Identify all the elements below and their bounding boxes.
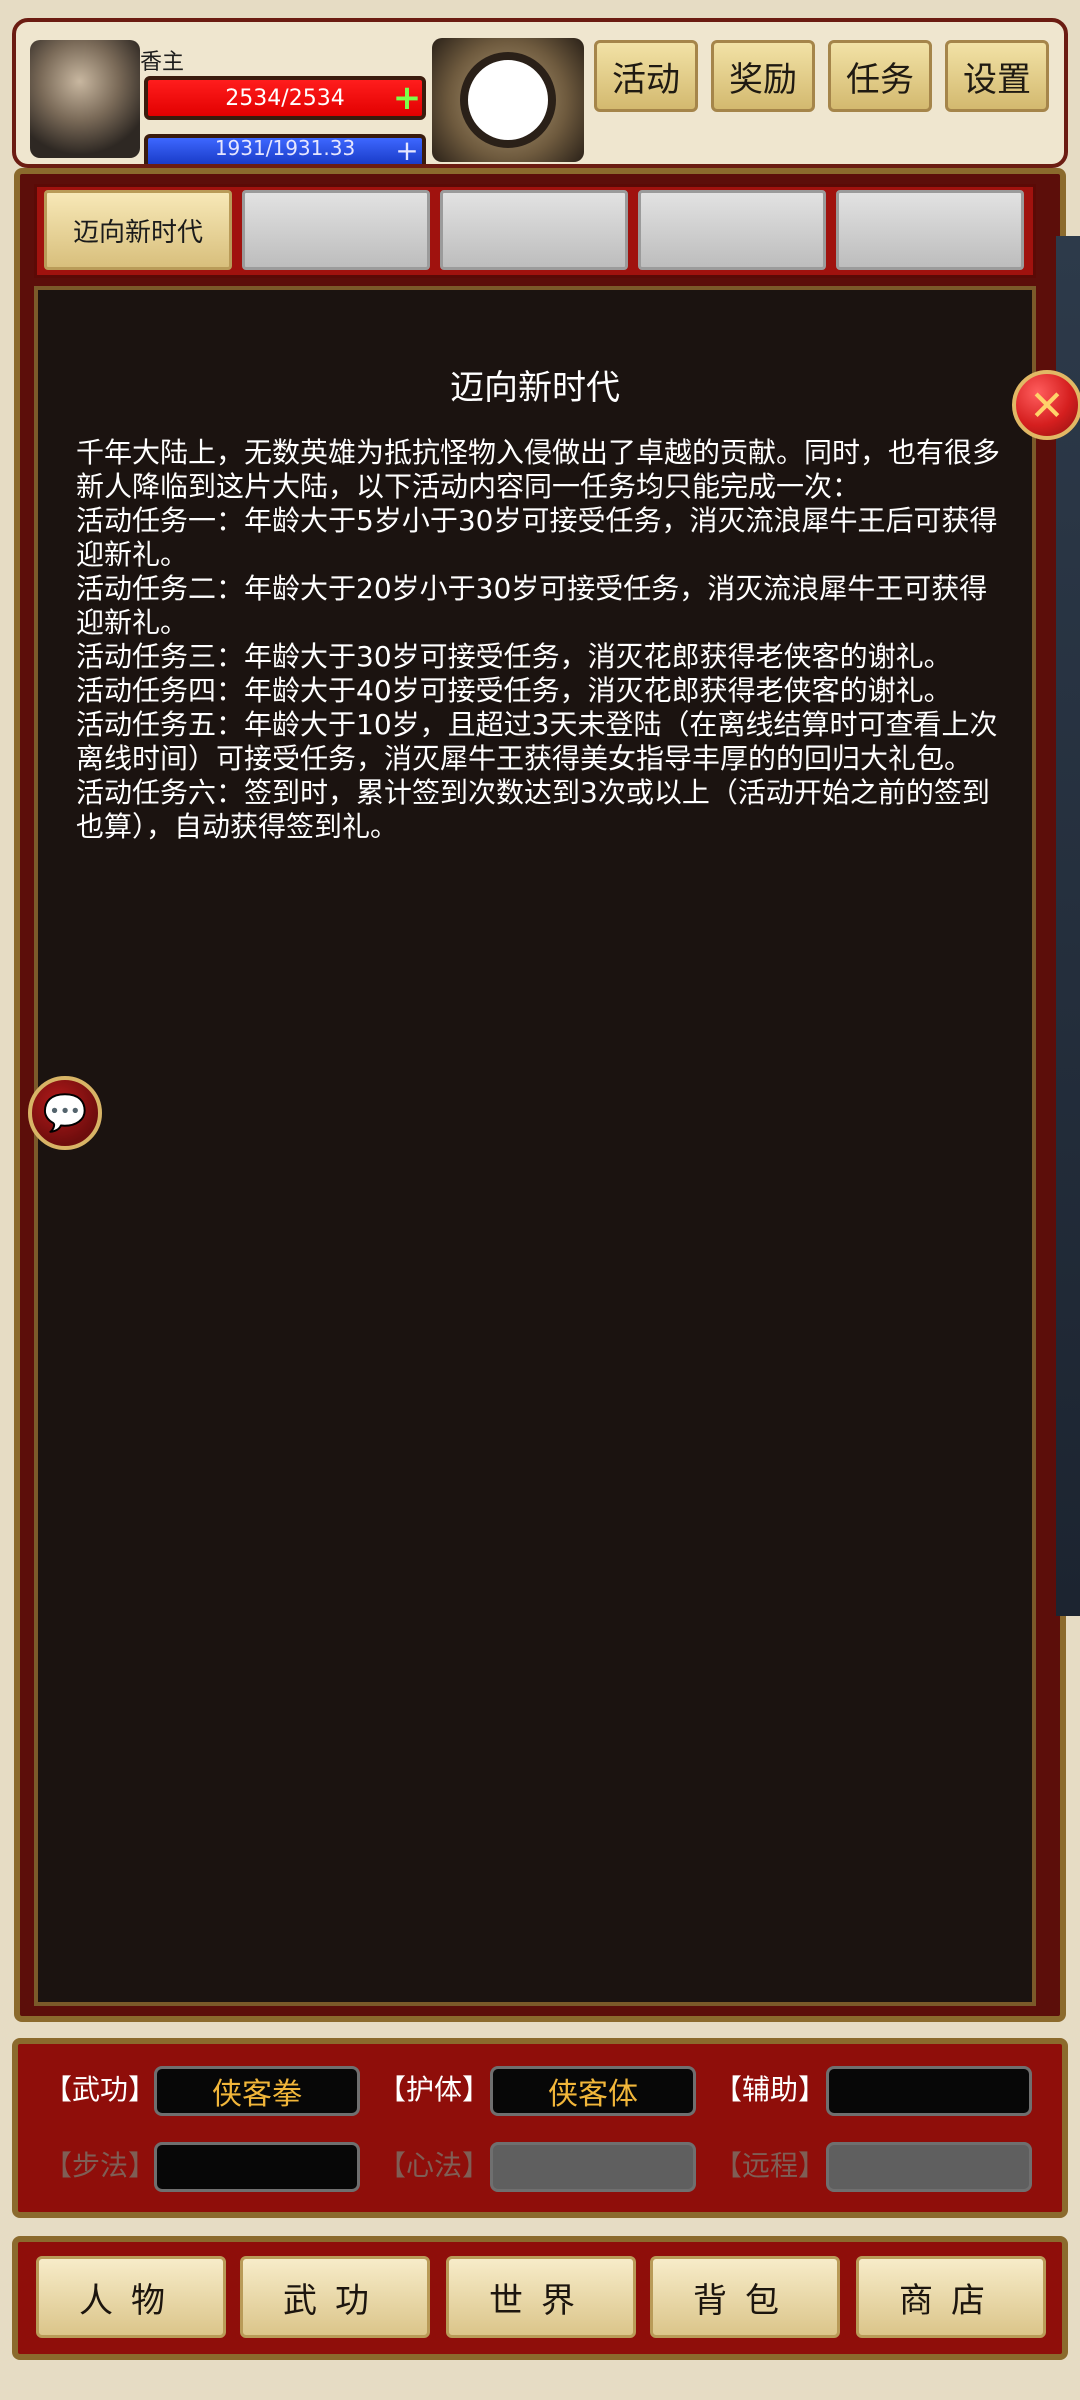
player-name: 香主 [140,50,185,75]
close-icon: ✕ [1029,380,1065,430]
tab-4[interactable] [638,190,826,270]
mp-plus-icon[interactable]: + [392,134,422,167]
content-paragraph: 活动任务三：年龄大于30岁可接受任务，消灭花郎获得老侠客的谢礼。 [76,640,952,673]
content-paragraph: 活动任务五：年龄大于10岁，且超过3天未登陆（在离线结算时可查看上次离线时间）可… [76,708,998,775]
skill-label-fuzhu: 【辅助】 [714,2073,827,2106]
side-scroll-strip[interactable] [1056,236,1080,1616]
nav-bag-button[interactable]: 背包 [650,2256,840,2338]
skill-slot-fuzhu[interactable] [826,2066,1032,2116]
chat-icon: 💬 [42,1093,88,1134]
skill-slot-bufa[interactable] [154,2142,360,2192]
content-paragraph: 活动任务四：年龄大于40岁可接受任务，消灭花郎获得老侠客的谢礼。 [76,674,952,707]
skill-label-bufa: 【步法】 [44,2149,157,2182]
hp-plus-icon[interactable]: + [392,78,422,118]
reward-button[interactable]: 奖励 [711,40,815,112]
skill-slot-value: 侠客体 [548,2077,638,2112]
player-avatar[interactable] [30,40,140,158]
skill-slot-yuancheng[interactable] [826,2142,1032,2192]
nav-world-button[interactable]: 世界 [446,2256,636,2338]
content-title: 迈向新时代 [450,368,620,408]
quest-button[interactable]: 任务 [828,40,932,112]
skill-label-xinfa: 【心法】 [378,2149,491,2182]
tab-2[interactable] [242,190,430,270]
close-button[interactable]: ✕ [1012,370,1080,440]
skill-slot-wugong[interactable]: 侠客拳 [154,2066,360,2116]
tab-1[interactable]: 迈向新时代 [44,190,232,270]
content-paragraph: 活动任务二：年龄大于20岁小于30岁可接受任务，消灭流浪犀牛王可获得迎新礼。 [76,572,988,639]
nav-character-button[interactable]: 人物 [36,2256,226,2338]
activity-button[interactable]: 活动 [594,40,698,112]
skill-label-huti: 【护体】 [378,2073,491,2106]
mp-text: 1931/1931.33 [214,136,356,160]
hp-text: 2534/2534 [225,85,345,111]
nav-shop-button[interactable]: 商店 [856,2256,1046,2338]
tab-3[interactable] [440,190,628,270]
skill-label-yuancheng: 【远程】 [714,2149,827,2182]
chat-button[interactable]: 💬 [28,1076,102,1150]
tab-5[interactable] [836,190,1024,270]
content-text: 千年大陆上，无数英雄为抵抗怪物入侵做出了卓越的贡献。同时，也有很多新人降临到这片… [76,436,1006,844]
nav-martial-button[interactable]: 武功 [240,2256,430,2338]
content-paragraph: 活动任务六：签到时，累计签到次数达到3次或以上（活动开始之前的签到也算），自动获… [76,776,990,843]
skill-slot-value: 侠客拳 [212,2077,302,2112]
skill-slot-huti[interactable]: 侠客体 [490,2066,696,2116]
mp-bar: 1931/1931.33 [144,134,426,164]
content-paragraph: 千年大陆上，无数英雄为抵抗怪物入侵做出了卓越的贡献。同时，也有很多新人降临到这片… [76,436,1001,503]
content-paragraph: 活动任务一：年龄大于5岁小于30岁可接受任务，消灭流浪犀牛王后可获得迎新礼。 [76,504,998,571]
skill-slot-xinfa[interactable] [490,2142,696,2192]
orb-icon[interactable] [460,52,556,148]
hp-bar: 2534/2534 [144,76,426,120]
skill-label-wugong: 【武功】 [44,2073,157,2106]
settings-button[interactable]: 设置 [945,40,1049,112]
